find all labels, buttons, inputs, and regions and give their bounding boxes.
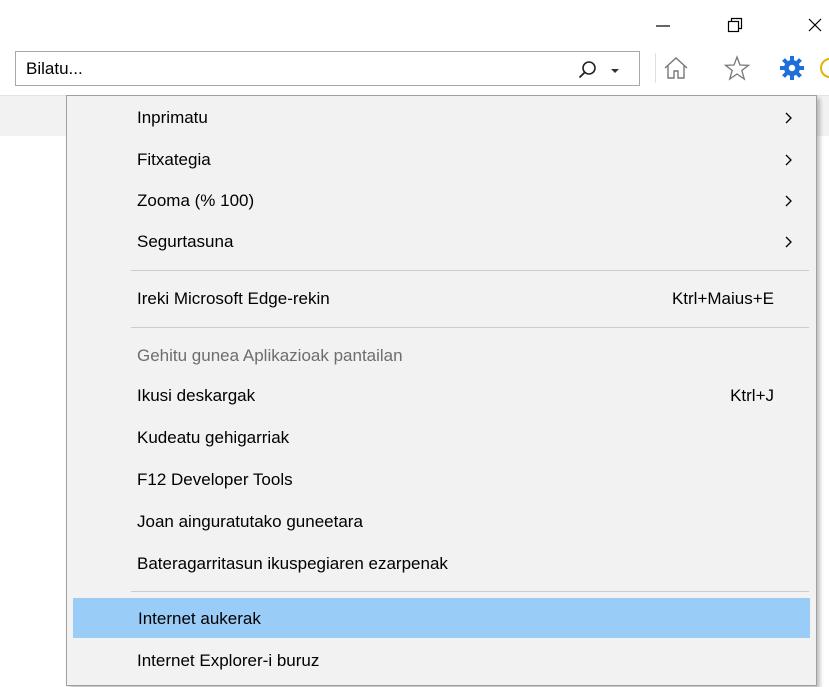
menu-item-manage-addons[interactable]: Kudeatu gehigarriak [73, 418, 810, 458]
close-button[interactable] [790, 10, 829, 40]
restore-button[interactable] [712, 10, 758, 40]
menu-item-pinned-sites[interactable]: Joan ainguratutako guneetara [73, 502, 810, 542]
menu-item-file[interactable]: Fitxategia [73, 140, 810, 180]
menu-item-label: Internet Explorer-i buruz [137, 651, 320, 670]
menu-item-label: Segurtasuna [137, 232, 234, 251]
menu-item-compat-view[interactable]: Bateragarritasun ikuspegiaren ezarpenak [73, 544, 810, 584]
browser-window: Bilatu... Inprimatu Fitxategia Zooma (% … [0, 0, 829, 687]
menu-item-about-ie[interactable]: Internet Explorer-i buruz [73, 641, 810, 681]
menu-item-label: Fitxategia [137, 150, 211, 169]
menu-item-label: F12 Developer Tools [137, 470, 293, 489]
menu-item-print[interactable]: Inprimatu [73, 98, 810, 138]
menu-item-label: Zooma (% 100) [137, 191, 255, 210]
menu-item-label: Kudeatu gehigarriak [137, 428, 290, 447]
search-input[interactable]: Bilatu... [26, 59, 83, 79]
menu-item-label: Ikusi deskargak [137, 386, 256, 405]
menu-item-view-downloads[interactable]: Ikusi deskargak Ktrl+J [73, 376, 810, 416]
chevron-right-icon [785, 112, 792, 124]
menu-item-label: Gehitu gunea Aplikazioak pantailan [137, 346, 403, 365]
menu-item-add-to-apps: Gehitu gunea Aplikazioak pantailan [73, 336, 810, 376]
restore-icon [727, 17, 743, 33]
tools-menu: Inprimatu Fitxategia Zooma (% 100) Segur… [66, 95, 817, 686]
chevron-right-icon [785, 236, 792, 248]
search-icon[interactable] [577, 59, 599, 81]
menu-item-zoom[interactable]: Zooma (% 100) [73, 181, 810, 221]
menu-item-label: Inprimatu [137, 108, 208, 127]
menu-item-internet-options[interactable]: Internet aukerak [73, 598, 810, 638]
menu-item-label: Ireki Microsoft Edge-rekin [137, 289, 330, 308]
menu-item-safety[interactable]: Segurtasuna [73, 222, 810, 262]
feedback-smiley-icon[interactable] [818, 54, 829, 82]
favorites-star-icon[interactable] [723, 54, 751, 82]
menu-item-shortcut: Ktrl+Maius+E [671, 289, 774, 308]
close-icon [808, 18, 822, 32]
menu-item-f12-tools[interactable]: F12 Developer Tools [73, 460, 810, 500]
menu-separator [131, 327, 809, 328]
menu-item-open-edge[interactable]: Ireki Microsoft Edge-rekin Ktrl+Maius+E [73, 279, 810, 319]
chevron-right-icon [785, 154, 792, 166]
chevron-right-icon [785, 195, 792, 207]
chevron-down-icon[interactable] [607, 59, 623, 81]
minimize-icon [656, 25, 670, 27]
menu-item-label: Joan ainguratutako guneetara [137, 512, 363, 531]
search-box[interactable]: Bilatu... [15, 51, 640, 86]
minimize-button[interactable] [640, 10, 686, 40]
gear-icon[interactable] [778, 54, 806, 82]
menu-separator [131, 591, 809, 592]
menu-item-shortcut: Ktrl+J [730, 386, 774, 405]
menu-item-label: Bateragarritasun ikuspegiaren ezarpenak [137, 554, 448, 573]
menu-item-label: Internet aukerak [138, 609, 261, 628]
toolbar-divider [655, 53, 656, 83]
menu-separator [131, 270, 809, 271]
home-icon[interactable] [662, 54, 690, 82]
